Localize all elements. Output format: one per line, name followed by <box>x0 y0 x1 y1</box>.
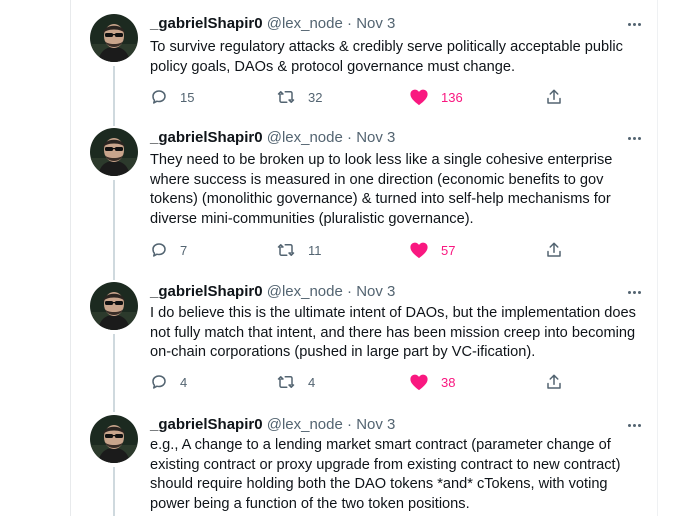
avatar[interactable] <box>90 415 138 463</box>
like-button[interactable]: 38 <box>409 372 455 392</box>
reply-button[interactable]: 4 <box>150 372 187 392</box>
tweet-date[interactable]: Nov 3 <box>356 283 395 300</box>
reply-button[interactable]: 7 <box>150 240 187 260</box>
tweet-text-line: policy goals, DAOs & protocol governance… <box>150 58 516 75</box>
tweet-text-line: existing contract or proxy upgrade from … <box>150 456 621 473</box>
reply-count: 4 <box>180 374 188 390</box>
retweet-icon <box>277 244 295 256</box>
tweet-header: _gabrielShapir0 @lex_node · Nov 3 <box>150 128 395 148</box>
tweet-text-line: on-chain corporations (pushed in large p… <box>150 344 536 360</box>
user-handle[interactable]: @lex_node <box>267 283 343 300</box>
thread-connector <box>113 66 115 126</box>
reply-button[interactable]: 15 <box>150 87 194 107</box>
heart-icon <box>410 89 428 106</box>
display-name[interactable]: _gabrielShapir0 <box>150 129 263 146</box>
share-button[interactable] <box>545 372 563 392</box>
avatar[interactable] <box>90 128 138 176</box>
like-count: 136 <box>441 89 463 105</box>
tweet-date[interactable]: Nov 3 <box>356 129 395 146</box>
like-count: 38 <box>441 374 456 390</box>
retweet-count: 4 <box>308 374 316 390</box>
reply-icon <box>152 90 166 104</box>
reply-count: 7 <box>180 242 188 258</box>
retweet-icon <box>277 91 295 103</box>
reply-icon <box>152 243 166 257</box>
thread-connector <box>113 467 115 516</box>
avatar[interactable] <box>90 14 138 62</box>
tweet-text-line: not fully match that intent, and there h… <box>150 324 636 341</box>
user-handle[interactable]: @lex_node <box>267 15 343 32</box>
tweet-text: They need to be broken up to look less l… <box>150 151 650 229</box>
avatar[interactable] <box>90 282 138 330</box>
tweet-text: To survive regulatory attacks & credibly… <box>150 38 650 77</box>
like-button[interactable]: 57 <box>409 240 455 260</box>
tweet-actions: 4 4 38 <box>150 372 570 392</box>
like-count: 57 <box>441 242 456 258</box>
more-icon[interactable] <box>624 130 644 146</box>
share-icon <box>547 374 561 389</box>
thread-connector <box>113 334 115 412</box>
more-icon[interactable] <box>624 417 644 433</box>
reply-icon <box>152 375 166 389</box>
tweet-text-line: should require holding both the DAO toke… <box>150 476 608 492</box>
heart-icon <box>410 374 428 391</box>
tweet-text-line: power being a function of the two token … <box>150 495 470 512</box>
tweet-date[interactable]: Nov 3 <box>356 15 395 32</box>
thread-connector <box>113 180 115 280</box>
share-icon <box>547 242 561 257</box>
tweet-text: e.g., A change to a lending market smart… <box>150 436 650 514</box>
reply-count: 15 <box>180 89 195 105</box>
retweet-count: 32 <box>308 89 323 105</box>
tweet-text-line: diverse mini-communities (pluralistic go… <box>150 210 474 227</box>
separator: · <box>347 129 353 146</box>
user-handle[interactable]: @lex_node <box>267 416 343 433</box>
retweet-button[interactable]: 4 <box>276 372 315 392</box>
timeline-left-border <box>70 0 71 516</box>
user-handle[interactable]: @lex_node <box>267 129 343 146</box>
display-name[interactable]: _gabrielShapir0 <box>150 283 263 300</box>
tweet-text-line: e.g., A change to a lending market smart… <box>150 437 611 453</box>
separator: · <box>347 15 353 32</box>
tweet-actions: 15 32 136 <box>150 87 570 107</box>
retweet-button[interactable]: 32 <box>276 87 322 107</box>
heart-icon <box>410 242 428 259</box>
tweet-text-line: tokens) (monolithic governance) & turned… <box>150 191 611 207</box>
separator: · <box>347 283 353 300</box>
share-icon <box>547 89 561 104</box>
retweet-icon <box>277 376 295 388</box>
retweet-button[interactable]: 11 <box>276 240 322 260</box>
more-icon[interactable] <box>624 284 644 300</box>
tweet-text-line: They need to be broken up to look less l… <box>150 152 613 168</box>
share-button[interactable] <box>545 87 563 107</box>
tweet-date[interactable]: Nov 3 <box>356 416 395 433</box>
display-name[interactable]: _gabrielShapir0 <box>150 416 263 433</box>
tweet-actions: 7 11 57 <box>150 240 570 260</box>
share-button[interactable] <box>545 240 563 260</box>
tweet-text-line: I do believe this is the ultimate intent… <box>150 305 636 321</box>
retweet-count: 11 <box>308 242 322 258</box>
tweet-header: _gabrielShapir0 @lex_node · Nov 3 <box>150 415 395 435</box>
tweet-text-line: where success is measured in one directi… <box>150 171 604 188</box>
tweet-text: I do believe this is the ultimate intent… <box>150 304 650 363</box>
timeline-right-border <box>657 0 658 516</box>
separator: · <box>347 416 353 433</box>
like-button[interactable]: 136 <box>409 87 463 107</box>
display-name[interactable]: _gabrielShapir0 <box>150 15 263 32</box>
more-icon[interactable] <box>624 16 644 32</box>
tweet-header: _gabrielShapir0 @lex_node · Nov 3 <box>150 14 395 34</box>
tweet-text-line: To survive regulatory attacks & credibly… <box>150 39 623 55</box>
tweet-header: _gabrielShapir0 @lex_node · Nov 3 <box>150 282 395 302</box>
